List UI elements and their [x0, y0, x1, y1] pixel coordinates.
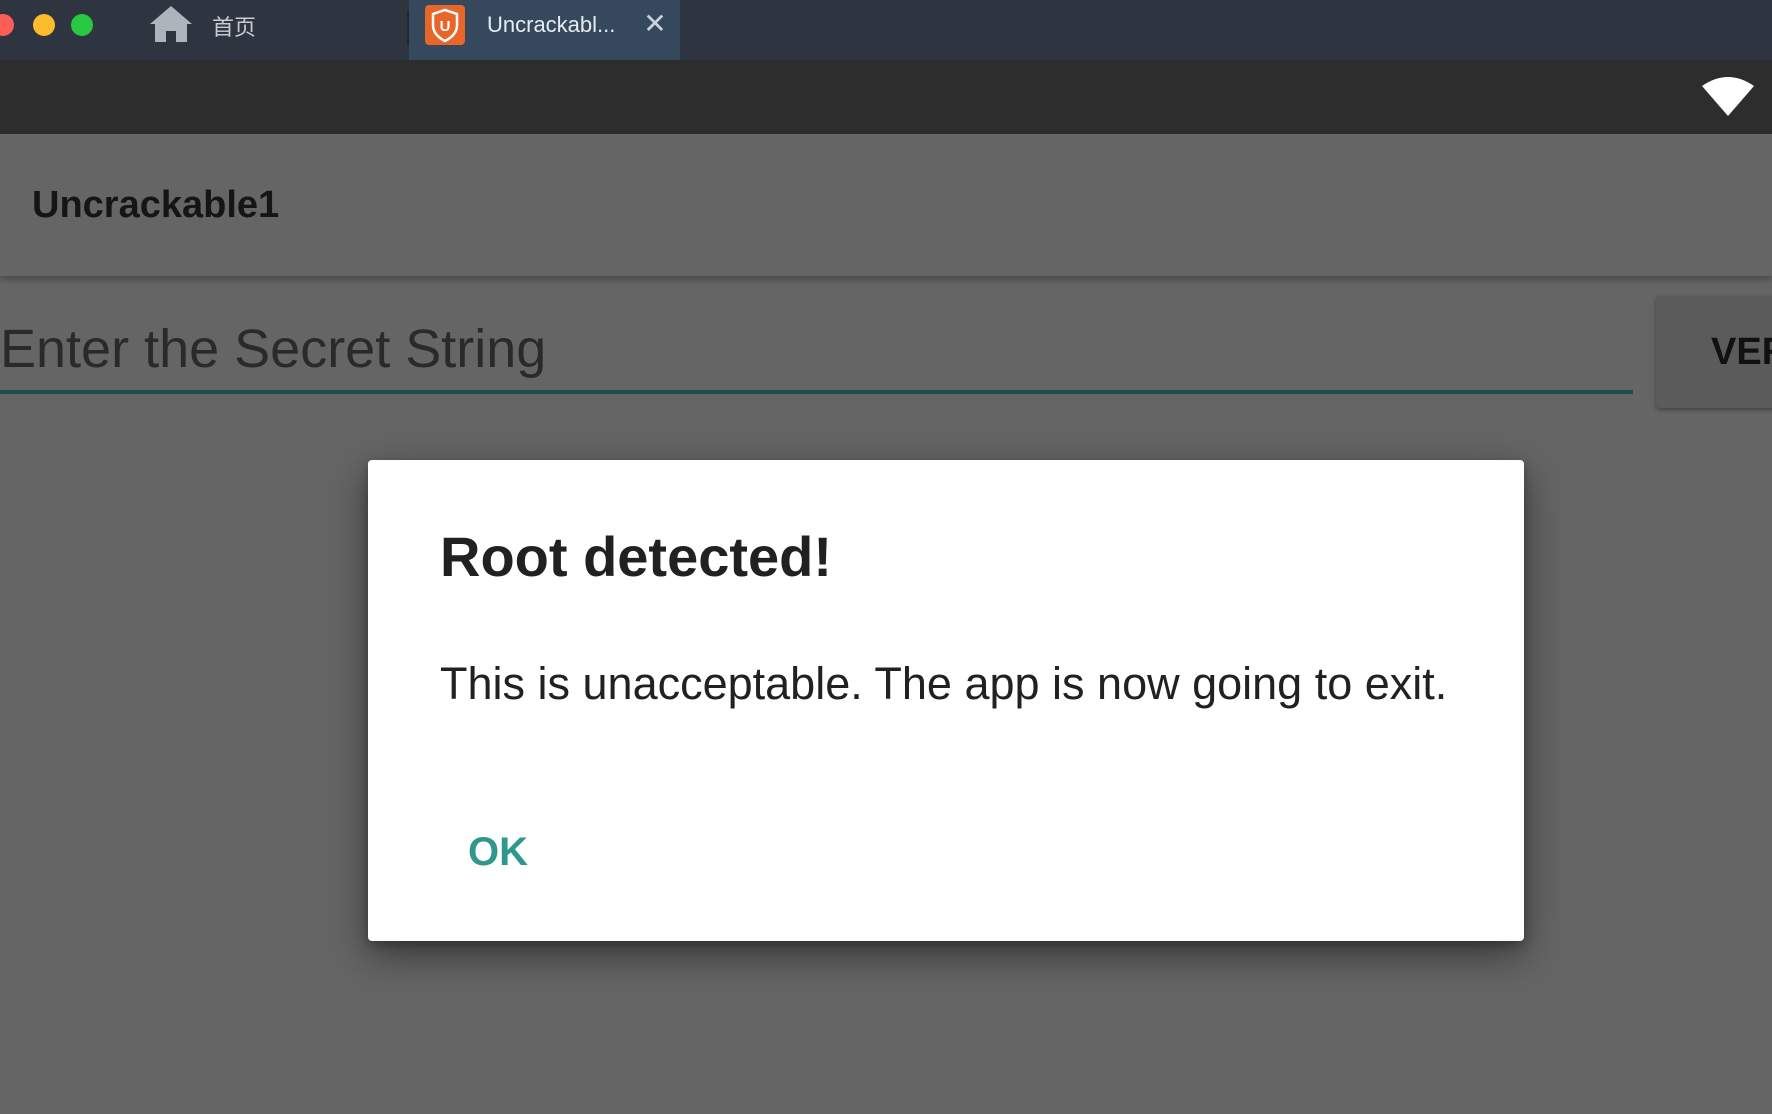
- svg-text:U: U: [440, 18, 451, 35]
- tab-home[interactable]: 首页: [148, 4, 256, 48]
- root-detected-dialog: Root detected! This is unacceptable. The…: [368, 460, 1524, 941]
- shield-u-icon: U: [425, 5, 465, 45]
- app-bar: Uncrackable1: [0, 134, 1772, 276]
- verify-button[interactable]: VERIFY: [1656, 296, 1772, 408]
- secret-string-input[interactable]: [0, 308, 1633, 394]
- tab-uncrackable-title: Uncrackabl...: [487, 12, 616, 37]
- home-icon: [148, 4, 194, 48]
- dialog-title: Root detected!: [440, 525, 832, 588]
- tab-uncrackable[interactable]: U Uncrackabl... ✕: [409, 0, 680, 60]
- wifi-icon: [1700, 74, 1756, 118]
- ok-button[interactable]: OK: [458, 822, 538, 882]
- window-zoom-button[interactable]: [71, 14, 93, 36]
- screen: 首页 U Uncrackabl... ✕ Uncrackable1 VERIFY: [0, 0, 1772, 1114]
- window-minimize-button[interactable]: [33, 14, 55, 36]
- window-close-button[interactable]: [0, 14, 14, 36]
- close-icon[interactable]: ✕: [641, 6, 669, 42]
- dialog-message: This is unacceptable. The app is now goi…: [440, 658, 1448, 709]
- status-bar: [0, 60, 1772, 134]
- app-title: Uncrackable1: [32, 184, 280, 226]
- tab-home-label: 首页: [212, 16, 257, 41]
- window-tab-bar: 首页 U Uncrackabl... ✕: [0, 0, 1772, 60]
